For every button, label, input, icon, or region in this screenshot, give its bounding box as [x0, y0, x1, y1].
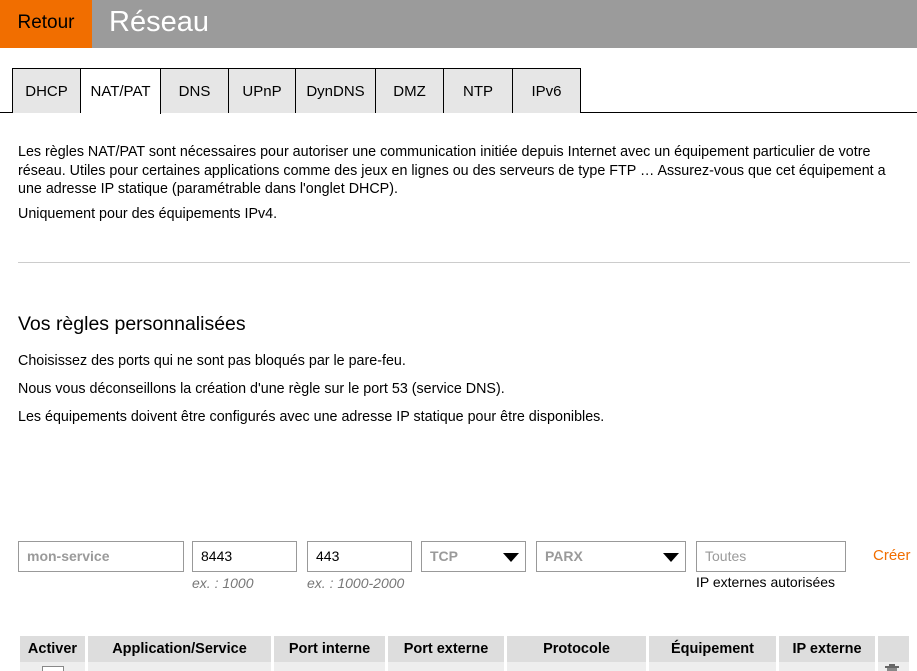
table-row — [20, 662, 912, 671]
tab-dhcp[interactable]: DHCP — [12, 68, 81, 113]
activate-checkbox[interactable] — [42, 666, 64, 671]
external-ip-hint: IP externes autorisées — [696, 574, 836, 590]
column-header-external-ip: IP externe — [779, 636, 875, 662]
column-header-device: Équipement — [649, 636, 776, 662]
column-header-internal-port: Port interne — [274, 636, 385, 662]
trash-icon[interactable] — [884, 664, 900, 671]
column-header-activate: Activer — [20, 636, 85, 662]
device-select[interactable]: PARX — [536, 541, 686, 572]
cell — [779, 662, 875, 671]
column-header-external-port: Port externe — [388, 636, 504, 662]
chevron-down-icon — [503, 553, 519, 562]
service-name-placeholder: mon-service — [27, 548, 110, 564]
service-name-input[interactable]: mon-service — [18, 541, 184, 572]
section-title: Vos règles personnalisées — [18, 313, 246, 335]
protocol-select[interactable]: TCP — [421, 541, 526, 572]
intro-text: Les règles NAT/PAT sont nécessaires pour… — [18, 144, 886, 197]
device-value: PARX — [545, 548, 583, 564]
chevron-down-icon — [663, 553, 679, 562]
external-port-value: 443 — [316, 548, 340, 564]
tab-nat-pat[interactable]: NAT/PAT — [81, 68, 161, 114]
page-title: Réseau — [109, 6, 209, 38]
tab-dyndns[interactable]: DynDNS — [296, 68, 376, 113]
internal-port-value: 8443 — [201, 548, 233, 564]
top-header: Retour Réseau — [0, 0, 917, 48]
external-ip-input[interactable]: Toutes — [696, 541, 846, 572]
column-header-protocol: Protocole — [507, 636, 646, 662]
tab-bar: DHCP NAT/PAT DNS UPnP DynDNS DMZ NTP IPv… — [12, 68, 581, 114]
info-line-ports: Choisissez des ports qui ne sont pas blo… — [18, 353, 406, 369]
cell — [388, 662, 504, 671]
section-divider — [18, 262, 910, 263]
cell — [88, 662, 271, 671]
back-button[interactable]: Retour — [0, 0, 92, 48]
protocol-value: TCP — [430, 548, 458, 564]
tab-upnp[interactable]: UPnP — [229, 68, 296, 113]
internal-port-hint: ex. : 1000 — [192, 575, 254, 591]
cell — [274, 662, 385, 671]
tab-dns[interactable]: DNS — [161, 68, 229, 113]
tab-ipv6[interactable]: IPv6 — [513, 68, 581, 113]
internal-port-input[interactable]: 8443 — [192, 541, 297, 572]
column-header-application: Application/Service — [88, 636, 271, 662]
cell — [649, 662, 776, 671]
tab-ntp[interactable]: NTP — [444, 68, 513, 113]
tabs-baseline — [0, 112, 12, 113]
info-line-dns: Nous vous déconseillons la création d'un… — [18, 381, 505, 397]
create-link[interactable]: Créer — [873, 547, 911, 564]
tabs-baseline-right — [581, 112, 917, 113]
rules-table-header: Activer Application/Service Port interne… — [20, 636, 912, 662]
info-line-static-ip: Les équipements doivent être configurés … — [18, 409, 605, 425]
external-port-hint: ex. : 1000-2000 — [307, 575, 405, 591]
column-header-actions — [878, 636, 909, 662]
tab-dmz[interactable]: DMZ — [376, 68, 444, 113]
cell — [507, 662, 646, 671]
external-port-input[interactable]: 443 — [307, 541, 412, 572]
ipv4-note: Uniquement pour des équipements IPv4. — [18, 206, 278, 222]
external-ip-placeholder: Toutes — [705, 548, 747, 564]
